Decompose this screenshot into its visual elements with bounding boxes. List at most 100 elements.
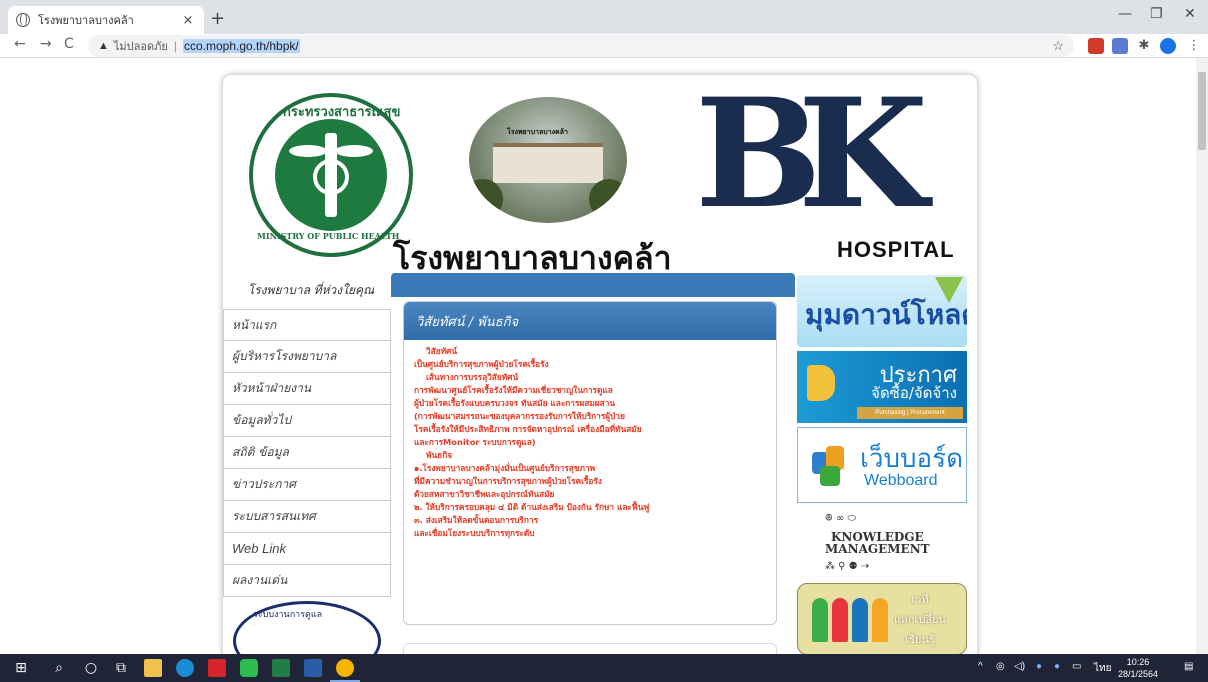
clock-date: 28/1/2564 bbox=[1118, 669, 1159, 679]
page-viewport: กระทรวงสาธารณสุข MINISTRY OF PUBLIC HEAL… bbox=[0, 58, 1196, 654]
acrobat-icon[interactable] bbox=[208, 659, 226, 677]
edge-icon[interactable] bbox=[176, 659, 194, 677]
browser-menu-icon[interactable]: ⋮ bbox=[1186, 38, 1202, 54]
mission-line: วิสัยทัศน์ bbox=[426, 346, 457, 356]
chrome-icon[interactable] bbox=[336, 659, 354, 677]
download-arrow-icon bbox=[935, 277, 963, 303]
bookmark-star-icon[interactable]: ☆ bbox=[1052, 38, 1064, 54]
child-figure-icon bbox=[832, 598, 848, 642]
procurement-banner-subtitle: จัดซื้อ/จัดจ้าง bbox=[871, 384, 957, 402]
hospital-photo-sign: โรงพยาบาลบางคล้า bbox=[507, 128, 568, 136]
mission-line: โรคเรื้อรังให้มีประสิทธิภาพ การจัดหาอุปก… bbox=[414, 424, 642, 434]
moph-logo-top-text: กระทรวงสาธารณสุข bbox=[283, 105, 401, 120]
bk-logo: BK bbox=[695, 66, 928, 242]
word-icon[interactable] bbox=[304, 659, 322, 677]
vision-mission-text: วิสัยทัศน์เป็นศูนย์บริการสุขภาพผู้ป่วยโร… bbox=[404, 340, 776, 545]
caduceus-wing-right bbox=[335, 145, 373, 157]
tab-close-icon[interactable]: × bbox=[180, 13, 196, 28]
panel-title: วิสัยทัศน์ / พันธกิจ bbox=[404, 302, 776, 340]
window-close-button[interactable]: ✕ bbox=[1184, 6, 1196, 22]
learning-exchange-banner[interactable]: เวที แลกเปลี่ยน เรียนรู้ bbox=[797, 583, 967, 654]
file-explorer-icon[interactable] bbox=[144, 659, 162, 677]
extension-translate-icon[interactable] bbox=[1088, 38, 1104, 54]
child-figure-icon bbox=[872, 598, 888, 642]
child-figure-icon bbox=[852, 598, 868, 642]
browser-tab[interactable]: โรงพยาบาลบางคล้า × bbox=[8, 6, 204, 34]
megaphone-icon bbox=[807, 365, 835, 401]
seal-text: ระบบงานการดูแล bbox=[253, 610, 323, 620]
sidebar-menu: หน้าแรก ผู้บริหารโรงพยาบาล หัวหน้าฝ่ายงา… bbox=[223, 309, 391, 597]
address-separator: | bbox=[173, 39, 177, 53]
tray-language[interactable]: ไทย bbox=[1094, 661, 1111, 676]
excel-icon[interactable] bbox=[272, 659, 290, 677]
km-bottom-icons: ⁂ ⚲ ⚉ ⇢ bbox=[825, 561, 870, 572]
clock-time: 10:26 bbox=[1126, 657, 1150, 667]
caduceus-snake-icon bbox=[313, 159, 349, 195]
sidebar-item-achievements[interactable]: ผลงานเด่น bbox=[223, 565, 391, 597]
tray-bluetooth-icon[interactable]: ● bbox=[1054, 661, 1060, 672]
scrollbar-thumb[interactable] bbox=[1198, 72, 1206, 150]
sidebar-item-information-system[interactable]: ระบบสารสนเทศ bbox=[223, 501, 391, 533]
hospital-photo: โรงพยาบาลบางคล้า bbox=[469, 97, 627, 223]
new-tab-button[interactable]: + bbox=[210, 8, 225, 29]
reload-button[interactable]: C bbox=[64, 36, 74, 52]
security-label[interactable]: ไม่ปลอดภัย bbox=[114, 37, 168, 55]
tray-volume-icon[interactable]: ◁) bbox=[1014, 661, 1025, 672]
mission-line: ด้วยสหสาขาวิชาชีพและอุปกรณ์ทันสมัย bbox=[414, 489, 555, 499]
minimize-button[interactable]: — bbox=[1118, 6, 1132, 22]
sidebar-item-web-link[interactable]: Web Link bbox=[223, 533, 391, 565]
moph-logo-emblem bbox=[275, 119, 387, 231]
procurement-banner-caption: Purchasing | Procurement bbox=[857, 407, 963, 419]
action-center-icon[interactable]: ▤ bbox=[1184, 661, 1193, 672]
learning-exchange-line-3: เรียนรู้ bbox=[905, 633, 935, 646]
page-scrollbar[interactable] bbox=[1196, 58, 1208, 654]
knowledge-management-banner[interactable]: ꔮ ∞ ⬭ KNOWLEDGE MANAGEMENT ⁂ ⚲ ⚉ ⇢ bbox=[797, 505, 967, 581]
task-view-icon[interactable]: ⧉ bbox=[112, 659, 130, 677]
maximize-button[interactable]: ❐ bbox=[1150, 6, 1163, 22]
child-figure-icon bbox=[812, 598, 828, 642]
hospital-name-english: HOSPITAL bbox=[837, 237, 955, 262]
tree-right bbox=[589, 179, 627, 219]
warning-icon[interactable]: ▲ bbox=[98, 40, 109, 52]
extensions-puzzle-icon[interactable]: ✱ bbox=[1136, 38, 1152, 54]
extension-icon[interactable] bbox=[1112, 38, 1128, 54]
address-bar[interactable]: ▲ ไม่ปลอดภัย | cco.moph.go.th/hbpk/ ☆ bbox=[88, 35, 1074, 57]
sidebar-item-statistics[interactable]: สถิติ ข้อมูล bbox=[223, 437, 391, 469]
tray-chevron-icon[interactable]: ^ bbox=[978, 661, 983, 672]
cortana-icon[interactable]: ○ bbox=[82, 659, 100, 677]
mission-line: เส้นทางการบรรลุวิสัยทัศน์ bbox=[426, 372, 519, 382]
search-icon[interactable]: ⌕ bbox=[50, 659, 68, 677]
tray-keyboard-icon[interactable]: ▭ bbox=[1072, 661, 1081, 672]
back-button[interactable]: ← bbox=[14, 36, 26, 52]
sidebar-item-department-heads[interactable]: หัวหน้าฝ่ายงาน bbox=[223, 373, 391, 405]
sidebar-item-general-info[interactable]: ข้อมูลทั่วไป bbox=[223, 405, 391, 437]
mission-line: ๓. ส่งเสริมให้ลดขั้นตอนการบริการ bbox=[414, 515, 539, 525]
taskbar-clock[interactable]: 10:26 28/1/2564 bbox=[1118, 656, 1158, 680]
profile-avatar-icon[interactable] bbox=[1160, 38, 1176, 54]
second-content-panel bbox=[403, 643, 777, 654]
center-column-header-bar bbox=[391, 273, 795, 297]
mission-line: ๑.โรงพยาบาลบางคล้ามุ่งมั่นเป็นศูนย์บริกา… bbox=[414, 463, 596, 473]
forward-button[interactable]: → bbox=[40, 36, 52, 52]
mission-line: ที่มีความชำนาญในการบริการสุขภาพผู้ป่วยโร… bbox=[414, 476, 602, 486]
procurement-banner[interactable]: ประกาศ จัดซื้อ/จัดจ้าง Purchasing | Proc… bbox=[797, 351, 967, 423]
sidebar-item-home[interactable]: หน้าแรก bbox=[223, 309, 391, 341]
windows-start-icon[interactable]: ⊞ bbox=[12, 659, 30, 677]
tree-left bbox=[469, 179, 503, 219]
download-corner-banner[interactable]: มุมดาวน์โหลด bbox=[797, 275, 967, 347]
hospital-building bbox=[493, 143, 603, 183]
line-icon[interactable] bbox=[240, 659, 258, 677]
url-text[interactable]: cco.moph.go.th/hbpk/ bbox=[182, 39, 300, 53]
webboard-banner[interactable]: เว็บบอร์ด Webboard bbox=[797, 427, 967, 503]
km-top-icons: ꔮ ∞ ⬭ bbox=[825, 513, 857, 524]
tray-network-icon[interactable]: ◎ bbox=[996, 661, 1005, 672]
hospital-slogan: โรงพยาบาล ที่ห่วงใยคุณ bbox=[247, 283, 375, 297]
sidebar-item-news[interactable]: ข่าวประกาศ bbox=[223, 469, 391, 501]
learning-exchange-line-1: เวที bbox=[911, 593, 929, 606]
moph-logo-bottom-text: MINISTRY OF PUBLIC HEALTH bbox=[257, 231, 400, 241]
caduceus-wing-left bbox=[289, 145, 327, 157]
mission-line: เป็นศูนย์บริการสุขภาพผู้ป่วยโรคเรื้อรัง bbox=[414, 359, 549, 369]
sidebar-item-executives[interactable]: ผู้บริหารโรงพยาบาล bbox=[223, 341, 391, 373]
tray-app-icon[interactable]: ● bbox=[1036, 661, 1042, 672]
hospital-site: กระทรวงสาธารณสุข MINISTRY OF PUBLIC HEAL… bbox=[222, 74, 978, 654]
